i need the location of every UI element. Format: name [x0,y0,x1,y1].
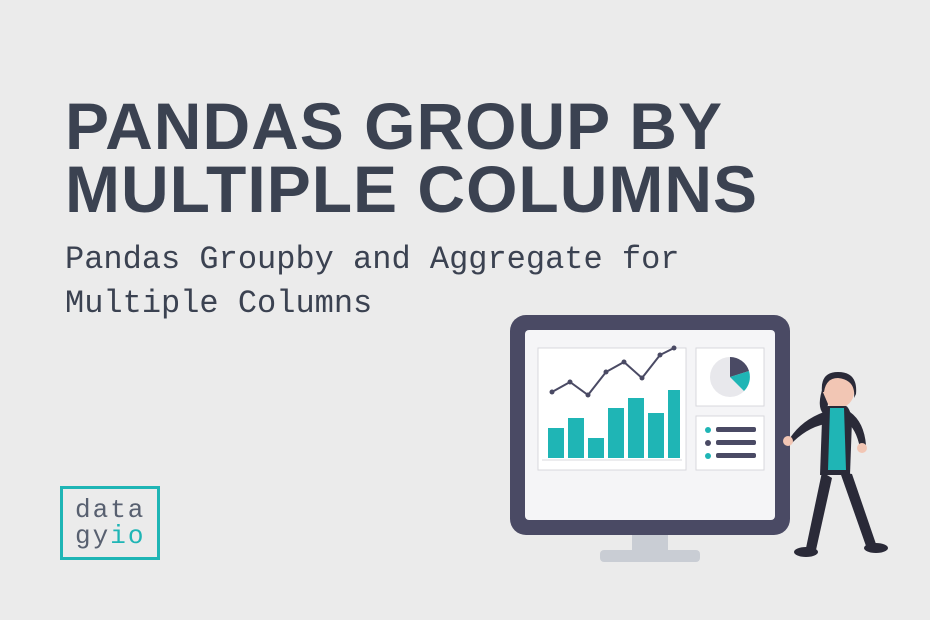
datagy-logo: data gyio [60,486,160,560]
illustration [470,300,900,600]
logo-row-2: gyio [75,523,145,549]
logo-row-1: data [75,497,145,523]
page-title: Pandas Group By Multiple Columns [65,95,865,220]
title-line-2: Multiple Columns [65,152,758,226]
